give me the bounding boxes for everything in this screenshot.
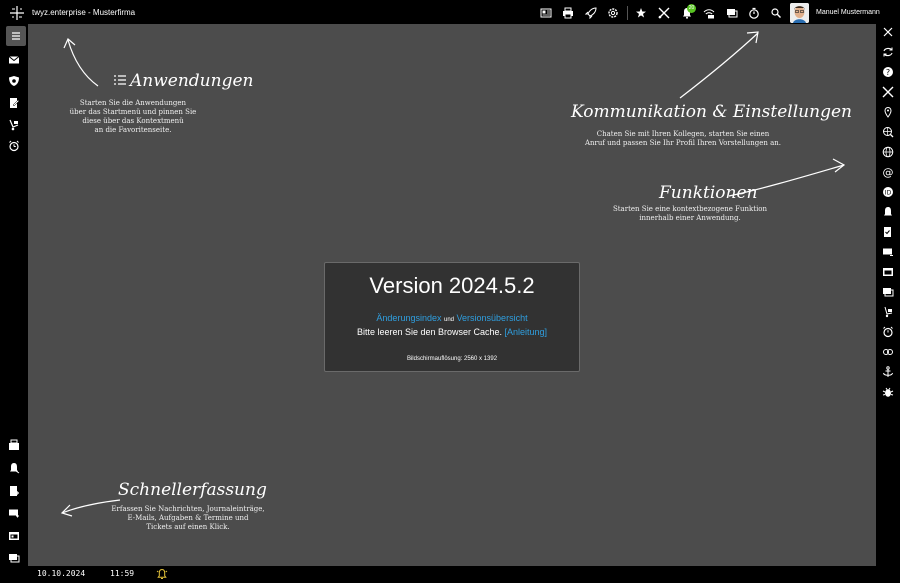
cache-notice: Bitte leeren Sie den Browser Cache. [Anl… (325, 327, 579, 337)
link-icon[interactable] (882, 346, 894, 358)
list-icon (114, 75, 126, 85)
shield-icon[interactable] (8, 75, 20, 87)
refresh-icon[interactable] (882, 46, 894, 58)
location-pin-icon[interactable] (882, 106, 894, 118)
change-index-link[interactable]: Änderungsindex (376, 313, 441, 323)
rocket-icon[interactable] (584, 7, 597, 20)
quick-journal-icon[interactable] (8, 462, 20, 474)
trolley-icon[interactable] (882, 306, 894, 318)
top-bar: twyz.enterprise - Musterfirma 20 Manuel … (0, 0, 900, 26)
window-title: twyz.enterprise - Musterfirma (32, 8, 136, 17)
alarm-clock-icon[interactable] (8, 140, 20, 152)
anchor-icon[interactable] (882, 366, 894, 378)
ticket-icon[interactable] (882, 286, 894, 298)
calendar-icon[interactable] (882, 266, 894, 278)
quick-entry-hint-text: Erfassen Sie Nachrichten, Journaleinträg… (111, 505, 265, 531)
task-icon[interactable] (882, 226, 894, 238)
status-bar: 10.10.2024 11:59 (0, 566, 900, 583)
version-links: Änderungsindex und Versionsübersicht (325, 313, 579, 323)
mail-forward-icon[interactable] (882, 246, 894, 258)
favorite-icon[interactable] (635, 7, 647, 19)
version-dialog: Version 2024.5.2 Änderungsindex und Vers… (324, 262, 580, 372)
globe-icon[interactable] (882, 146, 894, 158)
svg-text:ID: ID (885, 189, 892, 196)
functions-hint-text: Starten Sie eine kontextbezogene Funktio… (612, 205, 768, 222)
trolley-icon[interactable] (8, 119, 20, 131)
communication-hint-text: Chaten Sie mit Ihren Kollegen, starten S… (584, 130, 782, 147)
version-overview-link[interactable]: Versionsübersicht (457, 313, 528, 323)
current-date: 10.10.2024 (37, 569, 86, 578)
guide-link[interactable]: [Anleitung] (505, 327, 548, 337)
functions-hint-title: Funktionen (659, 183, 758, 203)
quick-mail-icon[interactable] (8, 507, 20, 519)
id-badge-icon[interactable]: ID (882, 186, 894, 198)
apps-hint-text: Starten Sie die Anwendungen über das Sta… (69, 99, 197, 134)
reminder-bell-icon[interactable] (156, 568, 168, 580)
quick-entry-hint-title: Schnellerfassung (118, 480, 267, 500)
right-sidebar: ? @ ID (876, 26, 900, 566)
quick-ticket-icon[interactable] (8, 552, 20, 564)
email-at-icon[interactable]: @ (882, 166, 894, 179)
svg-text:?: ? (886, 68, 890, 77)
user-name[interactable]: Manuel Mustermann (816, 9, 880, 16)
alarm-clock-icon[interactable] (882, 326, 894, 338)
bug-icon[interactable] (882, 386, 894, 398)
journal-icon[interactable] (882, 206, 894, 218)
search-icon[interactable] (770, 7, 782, 19)
communication-hint-arrow (679, 31, 759, 99)
help-icon[interactable]: ? (882, 66, 894, 78)
app-window: twyz.enterprise - Musterfirma 20 Manuel … (0, 0, 900, 583)
document-edit-icon[interactable] (8, 97, 20, 109)
current-time: 11:59 (110, 569, 135, 578)
and-word: und (444, 317, 455, 323)
apps-hint-title: Anwendungen (130, 71, 254, 91)
svg-text:@: @ (883, 166, 894, 178)
timer-icon[interactable] (748, 7, 760, 19)
app-logo-icon[interactable] (10, 6, 24, 20)
left-sidebar (0, 26, 28, 566)
user-avatar[interactable] (790, 3, 809, 23)
quick-task-icon[interactable] (8, 485, 20, 497)
start-page: Anwendungen Starten Sie die Anwendungen … (28, 24, 876, 566)
communication-hint-title: Kommunikation & Einstellungen (571, 102, 852, 122)
settings-icon[interactable] (607, 7, 619, 19)
print-icon[interactable] (562, 7, 574, 19)
quick-appointment-icon[interactable] (8, 530, 20, 542)
mail-icon[interactable] (8, 54, 20, 66)
close-icon[interactable] (882, 26, 894, 38)
version-title: Version 2024.5.2 (369, 273, 535, 298)
tools-icon[interactable] (658, 7, 670, 19)
tools-icon[interactable] (882, 86, 894, 98)
quick-news-icon[interactable] (8, 439, 20, 451)
screen-resolution: Bildschirmauflösung: 2560 x 1392 (406, 356, 498, 362)
start-menu-button[interactable] (6, 26, 26, 46)
apps-hint-arrow (63, 38, 99, 87)
notification-badge: 20 (687, 4, 696, 13)
news-icon[interactable] (540, 7, 552, 19)
chat-icon[interactable] (726, 7, 738, 19)
cache-text: Bitte leeren Sie den Browser Cache. (356, 327, 503, 337)
wifi-icon[interactable] (703, 7, 715, 19)
web-search-icon[interactable] (882, 126, 894, 138)
